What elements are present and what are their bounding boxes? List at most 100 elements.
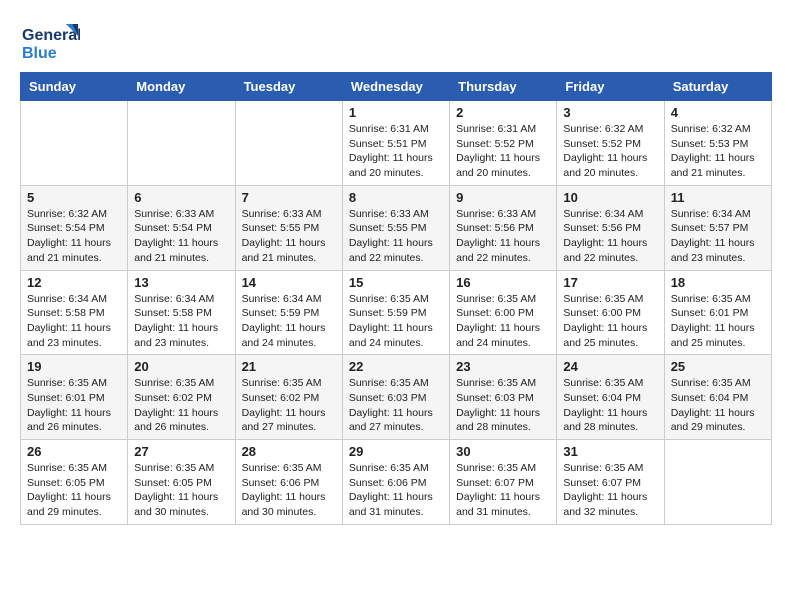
day-number: 20 [134, 359, 228, 374]
day-number: 26 [27, 444, 121, 459]
day-info: Sunrise: 6:35 AM Sunset: 6:00 PM Dayligh… [456, 292, 550, 351]
calendar-week-row: 5 Sunrise: 6:32 AM Sunset: 5:54 PM Daylig… [21, 185, 772, 270]
calendar-day-cell: 21 Sunrise: 6:35 AM Sunset: 6:02 PM Dayli… [235, 355, 342, 440]
calendar-day-cell: 30Sunrise: 6:35 AM Sunset: 6:07 PM Dayli… [450, 440, 557, 525]
calendar-day-cell: 2Sunrise: 6:31 AM Sunset: 5:52 PM Daylig… [450, 101, 557, 186]
calendar-day-cell [21, 101, 128, 186]
day-number: 21 [242, 359, 336, 374]
day-info: Sunrise: 6:35 AM Sunset: 6:01 PM Dayligh… [671, 292, 765, 351]
calendar-day-cell: 5 Sunrise: 6:32 AM Sunset: 5:54 PM Daylig… [21, 185, 128, 270]
calendar-day-cell: 18 Sunrise: 6:35 AM Sunset: 6:01 PM Dayli… [664, 270, 771, 355]
calendar-day-header: Friday [557, 73, 664, 101]
day-info: Sunrise: 6:35 AM Sunset: 6:06 PM Dayligh… [242, 461, 336, 520]
day-info: Sunrise: 6:31 AM Sunset: 5:52 PM Dayligh… [456, 122, 550, 181]
calendar-day-cell: 3Sunrise: 6:32 AM Sunset: 5:52 PM Daylig… [557, 101, 664, 186]
calendar-day-header: Saturday [664, 73, 771, 101]
day-number: 18 [671, 275, 765, 290]
day-info: Sunrise: 6:35 AM Sunset: 6:03 PM Dayligh… [456, 376, 550, 435]
calendar-day-cell: 8 Sunrise: 6:33 AM Sunset: 5:55 PM Daylig… [342, 185, 449, 270]
day-info: Sunrise: 6:34 AM Sunset: 5:57 PM Dayligh… [671, 207, 765, 266]
day-info: Sunrise: 6:31 AM Sunset: 5:51 PM Dayligh… [349, 122, 443, 181]
day-info: Sunrise: 6:35 AM Sunset: 6:02 PM Dayligh… [134, 376, 228, 435]
day-info: Sunrise: 6:33 AM Sunset: 5:54 PM Dayligh… [134, 207, 228, 266]
calendar-day-cell: 12 Sunrise: 6:34 AM Sunset: 5:58 PM Dayli… [21, 270, 128, 355]
calendar-header-row: SundayMondayTuesdayWednesdayThursdayFrid… [21, 73, 772, 101]
day-info: Sunrise: 6:33 AM Sunset: 5:55 PM Dayligh… [242, 207, 336, 266]
day-info: Sunrise: 6:33 AM Sunset: 5:56 PM Dayligh… [456, 207, 550, 266]
day-number: 5 [27, 190, 121, 205]
day-info: Sunrise: 6:32 AM Sunset: 5:53 PM Dayligh… [671, 122, 765, 181]
calendar-day-cell: 16 Sunrise: 6:35 AM Sunset: 6:00 PM Dayli… [450, 270, 557, 355]
day-number: 25 [671, 359, 765, 374]
calendar-day-cell: 6Sunrise: 6:33 AM Sunset: 5:54 PM Daylig… [128, 185, 235, 270]
day-info: Sunrise: 6:34 AM Sunset: 5:58 PM Dayligh… [27, 292, 121, 351]
calendar-day-cell: 10 Sunrise: 6:34 AM Sunset: 5:56 PM Dayli… [557, 185, 664, 270]
calendar-day-cell: 26 Sunrise: 6:35 AM Sunset: 6:05 PM Dayli… [21, 440, 128, 525]
calendar-day-cell: 23 Sunrise: 6:35 AM Sunset: 6:03 PM Dayli… [450, 355, 557, 440]
calendar-day-cell: 9Sunrise: 6:33 AM Sunset: 5:56 PM Daylig… [450, 185, 557, 270]
day-info: Sunrise: 6:35 AM Sunset: 6:00 PM Dayligh… [563, 292, 657, 351]
calendar-week-row: 12 Sunrise: 6:34 AM Sunset: 5:58 PM Dayli… [21, 270, 772, 355]
calendar-day-cell [235, 101, 342, 186]
calendar-day-cell: 4 Sunrise: 6:32 AM Sunset: 5:53 PM Daylig… [664, 101, 771, 186]
calendar-week-row: 1Sunrise: 6:31 AM Sunset: 5:51 PM Daylig… [21, 101, 772, 186]
calendar-day-header: Sunday [21, 73, 128, 101]
calendar-table: SundayMondayTuesdayWednesdayThursdayFrid… [20, 72, 772, 525]
day-number: 28 [242, 444, 336, 459]
page: GeneralBlue SundayMondayTuesdayWednesday… [0, 0, 792, 545]
day-number: 24 [563, 359, 657, 374]
day-number: 12 [27, 275, 121, 290]
calendar-day-cell: 25Sunrise: 6:35 AM Sunset: 6:04 PM Dayli… [664, 355, 771, 440]
day-number: 23 [456, 359, 550, 374]
calendar-day-cell [664, 440, 771, 525]
day-number: 19 [27, 359, 121, 374]
calendar-day-header: Tuesday [235, 73, 342, 101]
calendar-day-cell: 29Sunrise: 6:35 AM Sunset: 6:06 PM Dayli… [342, 440, 449, 525]
calendar-day-header: Thursday [450, 73, 557, 101]
calendar-week-row: 26 Sunrise: 6:35 AM Sunset: 6:05 PM Dayli… [21, 440, 772, 525]
day-info: Sunrise: 6:35 AM Sunset: 6:05 PM Dayligh… [134, 461, 228, 520]
day-info: Sunrise: 6:35 AM Sunset: 5:59 PM Dayligh… [349, 292, 443, 351]
day-number: 7 [242, 190, 336, 205]
calendar-day-cell: 22 Sunrise: 6:35 AM Sunset: 6:03 PM Dayli… [342, 355, 449, 440]
header: GeneralBlue [20, 20, 772, 64]
svg-text:General: General [22, 27, 80, 44]
day-number: 16 [456, 275, 550, 290]
day-info: Sunrise: 6:32 AM Sunset: 5:54 PM Dayligh… [27, 207, 121, 266]
day-info: Sunrise: 6:34 AM Sunset: 5:58 PM Dayligh… [134, 292, 228, 351]
day-number: 8 [349, 190, 443, 205]
calendar-day-cell: 15 Sunrise: 6:35 AM Sunset: 5:59 PM Dayli… [342, 270, 449, 355]
logo: GeneralBlue [20, 20, 80, 64]
day-number: 31 [563, 444, 657, 459]
day-number: 15 [349, 275, 443, 290]
calendar-day-cell: 13 Sunrise: 6:34 AM Sunset: 5:58 PM Dayli… [128, 270, 235, 355]
day-number: 10 [563, 190, 657, 205]
day-number: 17 [563, 275, 657, 290]
calendar-day-cell: 1Sunrise: 6:31 AM Sunset: 5:51 PM Daylig… [342, 101, 449, 186]
logo-svg: GeneralBlue [20, 20, 80, 64]
calendar-day-cell: 27 Sunrise: 6:35 AM Sunset: 6:05 PM Dayli… [128, 440, 235, 525]
calendar-day-cell: 17 Sunrise: 6:35 AM Sunset: 6:00 PM Dayli… [557, 270, 664, 355]
day-number: 4 [671, 105, 765, 120]
day-info: Sunrise: 6:35 AM Sunset: 6:02 PM Dayligh… [242, 376, 336, 435]
calendar-day-cell: 11 Sunrise: 6:34 AM Sunset: 5:57 PM Dayli… [664, 185, 771, 270]
day-number: 13 [134, 275, 228, 290]
day-number: 11 [671, 190, 765, 205]
calendar-day-cell: 28 Sunrise: 6:35 AM Sunset: 6:06 PM Dayli… [235, 440, 342, 525]
day-info: Sunrise: 6:35 AM Sunset: 6:04 PM Dayligh… [563, 376, 657, 435]
day-number: 22 [349, 359, 443, 374]
calendar-day-cell: 20 Sunrise: 6:35 AM Sunset: 6:02 PM Dayli… [128, 355, 235, 440]
day-info: Sunrise: 6:32 AM Sunset: 5:52 PM Dayligh… [563, 122, 657, 181]
calendar-week-row: 19Sunrise: 6:35 AM Sunset: 6:01 PM Dayli… [21, 355, 772, 440]
day-info: Sunrise: 6:35 AM Sunset: 6:07 PM Dayligh… [456, 461, 550, 520]
calendar-day-cell: 19Sunrise: 6:35 AM Sunset: 6:01 PM Dayli… [21, 355, 128, 440]
day-info: Sunrise: 6:35 AM Sunset: 6:03 PM Dayligh… [349, 376, 443, 435]
day-info: Sunrise: 6:35 AM Sunset: 6:05 PM Dayligh… [27, 461, 121, 520]
day-info: Sunrise: 6:34 AM Sunset: 5:59 PM Dayligh… [242, 292, 336, 351]
day-info: Sunrise: 6:33 AM Sunset: 5:55 PM Dayligh… [349, 207, 443, 266]
calendar-day-header: Monday [128, 73, 235, 101]
day-info: Sunrise: 6:34 AM Sunset: 5:56 PM Dayligh… [563, 207, 657, 266]
calendar-day-header: Wednesday [342, 73, 449, 101]
day-number: 27 [134, 444, 228, 459]
calendar-day-cell: 7 Sunrise: 6:33 AM Sunset: 5:55 PM Daylig… [235, 185, 342, 270]
